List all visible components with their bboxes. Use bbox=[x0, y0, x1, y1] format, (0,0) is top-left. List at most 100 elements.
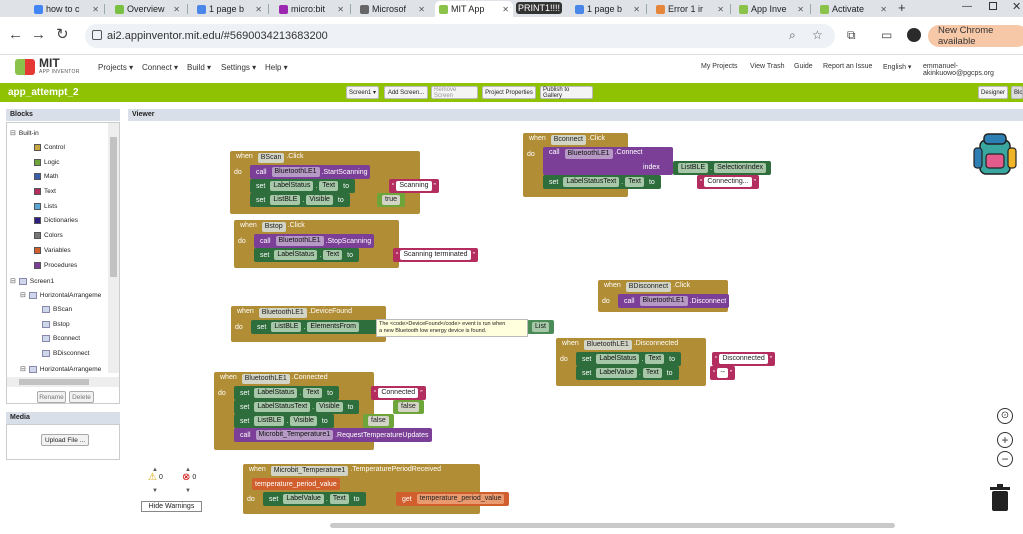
set-listble-elements-block[interactable]: set ListBLE. ElementsFrom bbox=[251, 320, 379, 334]
component-dropdown[interactable]: Bstop bbox=[261, 222, 286, 232]
logic-true-block[interactable]: true bbox=[377, 193, 406, 207]
text-string-block[interactable]: “Disconnected” bbox=[712, 352, 776, 366]
component-bscan[interactable]: BScan bbox=[42, 306, 72, 313]
app-inventor-logo[interactable]: MIT APP INVENTOR bbox=[15, 57, 80, 75]
delete-button[interactable]: Delete bbox=[69, 391, 94, 403]
screen-select-button[interactable]: Screen1 ▾ bbox=[346, 86, 379, 99]
extensions-icon[interactable]: ⧉ bbox=[847, 27, 856, 43]
menu-help[interactable]: Help ▾ bbox=[265, 63, 288, 72]
builtin-node[interactable]: ⊟ Built-in bbox=[10, 129, 39, 138]
component-dropdown[interactable]: BluetoothLE1 bbox=[583, 340, 632, 350]
report-issue-link[interactable]: Report an Issue bbox=[823, 63, 872, 70]
restore-icon[interactable] bbox=[989, 2, 997, 10]
component-dropdown[interactable]: BluetoothLE1 bbox=[258, 308, 307, 318]
menu-connect[interactable]: Connect ▾ bbox=[142, 63, 178, 72]
component-dropdown[interactable]: BScan bbox=[257, 153, 285, 163]
call-request-temperature-block[interactable]: call Microbit_Temperature1 .RequestTempera… bbox=[234, 428, 432, 442]
browser-tab[interactable]: how to c ✕ bbox=[30, 1, 103, 17]
component-dropdown[interactable]: Bconnect bbox=[550, 135, 586, 145]
listble-selectionindex-getter[interactable]: ListBLE. SelectionIndex bbox=[673, 161, 771, 175]
close-icon[interactable]: ✕ bbox=[337, 5, 344, 14]
designer-button[interactable]: Designer bbox=[978, 86, 1008, 99]
bookmark-star-icon[interactable]: ☆ bbox=[812, 28, 823, 42]
close-icon[interactable]: ✕ bbox=[880, 5, 887, 14]
browser-tab[interactable]: Microsof ✕ bbox=[356, 1, 429, 17]
elementsfromlist-tail[interactable]: List bbox=[527, 320, 554, 334]
close-icon[interactable]: ✕ bbox=[502, 5, 509, 14]
set-labelvalue-text-block[interactable]: set LabelValue. Text to bbox=[263, 492, 366, 506]
new-chrome-button[interactable]: New Chrome available bbox=[928, 25, 1023, 47]
warning-indicator[interactable]: ⚠ 0 bbox=[148, 472, 163, 483]
menu-build[interactable]: Build ▾ bbox=[187, 63, 211, 72]
text-string-block[interactable]: “Connected” bbox=[371, 386, 426, 400]
set-labelvalue-text-block[interactable]: set LabelValue. Text to bbox=[576, 366, 679, 380]
component-dropdown[interactable]: BDisconnect bbox=[625, 282, 672, 292]
hide-warnings-button[interactable]: Hide Warnings bbox=[141, 501, 202, 512]
browser-tab[interactable]: 1 page b ✕ bbox=[193, 1, 266, 17]
browser-tab-active[interactable]: MIT App ✕ bbox=[435, 1, 513, 17]
event-parameter[interactable]: temperature_period_value bbox=[252, 478, 340, 490]
logic-false-block[interactable]: false bbox=[363, 414, 394, 428]
arrangement-node[interactable]: ⊟ HorizontalArrangeme bbox=[20, 365, 101, 373]
set-labelstatus-text-block[interactable]: set LabelStatus. Text to bbox=[254, 248, 359, 262]
category-colors[interactable]: Colors bbox=[34, 232, 63, 239]
backpack-icon[interactable] bbox=[972, 132, 1018, 176]
call-start-scanning-block[interactable]: call BluetoothLE1 .StartScanning bbox=[250, 165, 371, 179]
forward-icon[interactable]: → bbox=[31, 27, 46, 43]
publish-gallery-button[interactable]: Publish to Gallery bbox=[540, 86, 593, 99]
browser-tab[interactable]: Overview ✕ bbox=[111, 1, 184, 17]
blocks-button[interactable]: Blocks bbox=[1011, 86, 1023, 99]
browser-tab[interactable]: micro:bit ✕ bbox=[275, 1, 348, 17]
tree-vscroll[interactable] bbox=[108, 123, 119, 373]
close-icon[interactable]: ✕ bbox=[255, 5, 262, 14]
call-stop-scanning-block[interactable]: call BluetoothLE1 .StopScanning bbox=[254, 234, 375, 248]
browser-tab[interactable]: 1 page b ✕ bbox=[571, 1, 644, 17]
language-menu[interactable]: English ▾ bbox=[883, 63, 911, 71]
project-properties-button[interactable]: Project Properties bbox=[482, 86, 536, 99]
component-bstop[interactable]: Bstop bbox=[42, 321, 70, 328]
text-string-block[interactable]: “Scanning terminated” bbox=[393, 248, 478, 262]
upload-file-button[interactable]: Upload File ... bbox=[41, 434, 89, 446]
new-tab-icon[interactable]: + bbox=[898, 0, 906, 15]
close-icon[interactable]: ✕ bbox=[173, 5, 180, 14]
address-bar[interactable]: ai2.appinventor.mit.edu/#569003421368320… bbox=[85, 24, 835, 48]
collapse-icon[interactable]: ⊟ bbox=[10, 129, 16, 137]
collapse-icon[interactable]: ⊟ bbox=[20, 365, 26, 373]
close-icon[interactable]: ✕ bbox=[418, 5, 425, 14]
logic-false-block[interactable]: false bbox=[393, 400, 424, 414]
text-string-block[interactable]: “Connecting...” bbox=[697, 175, 759, 189]
category-text[interactable]: Text bbox=[34, 188, 56, 195]
category-logic[interactable]: Logic bbox=[34, 159, 60, 166]
account-menu[interactable]: emmanuel-akinkuowo@pgcps.org bbox=[923, 63, 1023, 77]
set-labelstatustext-visible-block[interactable]: set LabelStatusText. Visible to bbox=[234, 400, 360, 414]
sidebar-icon[interactable]: ▭ bbox=[881, 27, 892, 43]
category-variables[interactable]: Variables bbox=[34, 247, 71, 254]
next-warning-icon[interactable]: ▼ bbox=[152, 488, 158, 494]
next-error-icon[interactable]: ▼ bbox=[185, 488, 191, 494]
minimize-icon[interactable]: — bbox=[962, 1, 972, 12]
text-string-block[interactable]: “--” bbox=[710, 366, 736, 380]
component-dropdown[interactable]: BluetoothLE1 bbox=[241, 374, 290, 384]
collapse-icon[interactable]: ⊟ bbox=[20, 291, 26, 299]
call-disconnect-block[interactable]: call BluetoothLE1 .Disconnect bbox=[618, 294, 730, 308]
browser-tab[interactable]: Error 1 ir ✕ bbox=[652, 1, 728, 17]
close-icon[interactable]: ✕ bbox=[797, 5, 804, 14]
zoom-out-icon[interactable]: − bbox=[997, 451, 1013, 467]
trash-icon[interactable] bbox=[989, 484, 1011, 512]
error-indicator[interactable]: ⊗ 0 bbox=[182, 472, 196, 483]
window-close-icon[interactable]: ✕ bbox=[1012, 0, 1021, 13]
set-labelstatus-text-block[interactable]: set LabelStatus. Text to bbox=[576, 352, 681, 366]
screen1-node[interactable]: ⊟ Screen1 bbox=[10, 277, 54, 285]
category-procedures[interactable]: Procedures bbox=[34, 262, 77, 269]
browser-tab-group[interactable]: PRINT1!!!! bbox=[516, 2, 562, 14]
category-math[interactable]: Math bbox=[34, 173, 58, 180]
zoom-icon[interactable]: ⌕ bbox=[789, 28, 796, 43]
back-icon[interactable]: ← bbox=[8, 27, 23, 43]
view-trash-link[interactable]: View Trash bbox=[750, 63, 785, 70]
set-listble-visible-block[interactable]: set ListBLE. Visible to bbox=[234, 414, 334, 428]
menu-projects[interactable]: Projects ▾ bbox=[98, 63, 133, 72]
tree-hscroll[interactable] bbox=[7, 377, 119, 387]
component-bconnect[interactable]: Bconnect bbox=[42, 335, 80, 342]
text-string-block[interactable]: “Scanning” bbox=[389, 179, 439, 193]
reload-icon[interactable]: ↻ bbox=[56, 27, 69, 43]
